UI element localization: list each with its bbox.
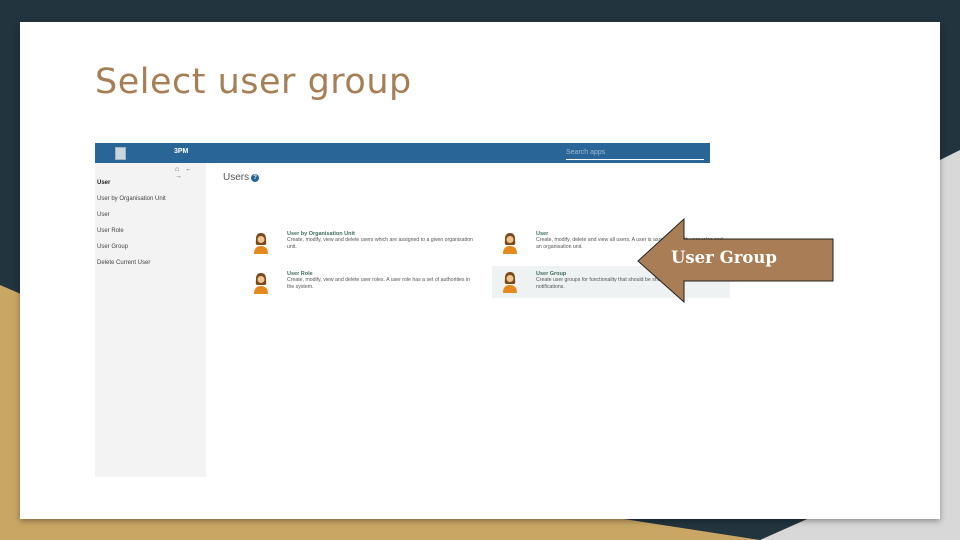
callout-label: User Group (671, 248, 777, 267)
callout-arrow (637, 217, 834, 304)
